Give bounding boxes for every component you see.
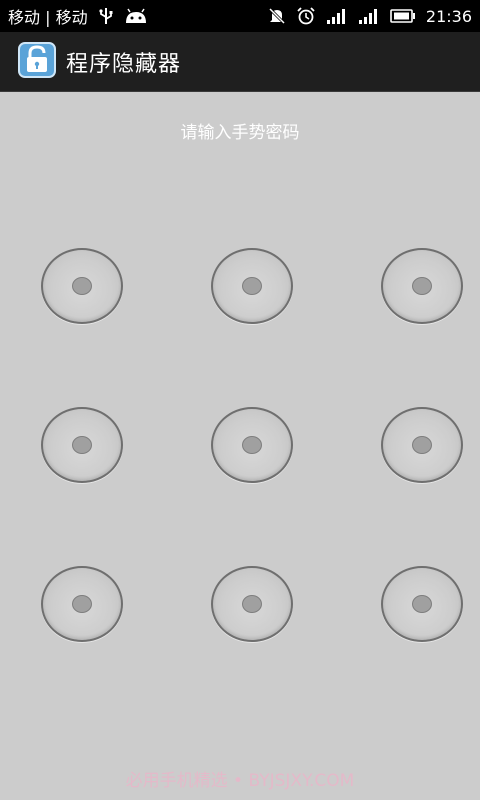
pattern-hint: 请输入手势密码 <box>180 123 300 143</box>
android-icon <box>124 7 148 25</box>
pattern-dot-center <box>412 277 432 295</box>
signal-icon <box>326 7 348 25</box>
pattern-dot-3[interactable] <box>381 248 463 324</box>
carrier-label: 移动 | 移动 <box>8 8 88 27</box>
pattern-dot-center <box>72 436 92 454</box>
pattern-dot-center <box>72 595 92 613</box>
pattern-dot-4[interactable] <box>41 407 123 483</box>
pattern-dot-6[interactable] <box>381 407 463 483</box>
pattern-dot-5[interactable] <box>211 407 293 483</box>
pattern-dot-center <box>242 436 262 454</box>
watermark: 必用手机精选 • BYJSJXY.COM <box>125 771 355 791</box>
alarm-icon <box>296 7 316 25</box>
pattern-dot-center <box>242 277 262 295</box>
pattern-dot-center <box>412 595 432 613</box>
lock-icon <box>18 41 56 82</box>
pattern-dot-2[interactable] <box>211 248 293 324</box>
status-bar: 移动 | 移动 21:36 <box>0 0 480 32</box>
pattern-dot-center <box>242 595 262 613</box>
app-title: 程序隐藏器 <box>66 51 182 77</box>
pattern-dot-9[interactable] <box>381 566 463 642</box>
pattern-dot-8[interactable] <box>211 566 293 642</box>
pattern-dot-center <box>72 277 92 295</box>
clock: 21:36 <box>425 6 472 26</box>
pattern-dot-center <box>412 436 432 454</box>
mute-icon <box>268 7 286 25</box>
battery-icon <box>390 8 416 24</box>
pattern-dot-7[interactable] <box>41 566 123 642</box>
signal-icon <box>358 7 380 25</box>
usb-icon <box>98 7 114 25</box>
app-bar: 程序隐藏器 <box>0 32 480 92</box>
pattern-dot-1[interactable] <box>41 248 123 324</box>
